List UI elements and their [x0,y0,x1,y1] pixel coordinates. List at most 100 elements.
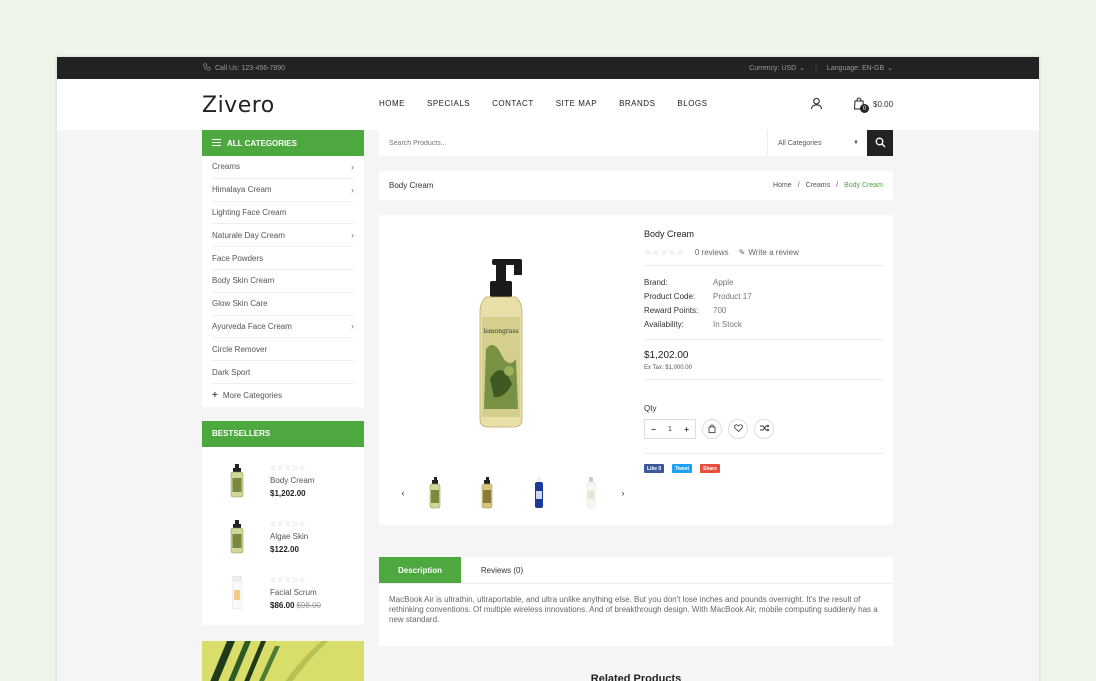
spec-key: Brand: [644,278,668,288]
top-bar: Call Us: 123-456-7890 Currency: USD ⌄ | L… [57,57,1039,79]
add-to-cart-button[interactable] [702,419,722,440]
price-value: $86.00 [270,600,295,610]
breadcrumb-separator: / [836,182,839,189]
product-info: Body Cream ☆☆☆☆☆ 0 reviews ✎ Write a rev… [644,229,884,474]
spec-value[interactable]: Apple [713,278,733,287]
description-text: MacBook Air is ultrathin, ultraportable,… [379,584,893,646]
nav-blogs[interactable]: BLOGS [677,99,707,108]
category-item[interactable]: Glow Skin Care [212,293,354,316]
chevron-right-icon: › [351,321,354,332]
spec-key: Reward Points: [644,305,699,315]
caret-down-icon: ▼ [853,140,859,146]
spec-row: Brand: Apple [644,276,884,290]
nav-home[interactable]: HOME [379,99,405,108]
tab-description[interactable]: Description [379,557,461,583]
spec-key: Availability: [644,319,684,329]
bestsellers-header: BESTSELLERS [202,420,364,447]
category-item[interactable]: Face Powders [212,247,354,270]
bestseller-item[interactable]: ☆☆☆☆☆ Body Cream $1,202.00 [212,453,354,509]
thumbnail[interactable] [461,477,513,509]
search-input[interactable] [379,130,767,156]
category-item[interactable]: Dark Sport [212,361,354,384]
minus-button[interactable]: − [651,425,656,434]
cart-icon: 0 [853,97,869,113]
category-item[interactable]: Naturale Day Cream › [212,224,354,248]
sidebar: ALL CATEGORIES Creams › Himalaya Cream › L… [202,130,364,681]
category-label: Ayurveda Face Cream [212,321,292,331]
category-label: Naturale Day Cream [212,230,285,240]
category-item[interactable]: Body Skin Cream [212,270,354,293]
more-categories-link[interactable]: + More Categories [212,384,354,407]
search-icon [875,137,886,150]
wishlist-button[interactable] [728,419,748,440]
bestseller-price: $1,202.00 [270,489,314,498]
breadcrumb-home[interactable]: Home [773,182,792,189]
currency-label: Currency: USD [749,64,797,72]
nav-contact[interactable]: CONTACT [492,99,534,108]
language-selector[interactable]: Language: EN-GB ⌄ [826,64,893,73]
category-label: Circle Remover [212,344,268,354]
call-us: Call Us: 123-456-7890 [203,63,285,73]
chevron-right-icon: › [351,230,354,241]
nav-brands[interactable]: BRANDS [619,99,655,108]
product-panel: lemongrass ‹ › Body Cream ☆☆☆☆☆ 0 review… [379,215,893,525]
carousel-prev-arrow[interactable]: ‹ [397,488,409,498]
category-item[interactable]: Ayurveda Face Cream › [212,316,354,339]
tweet-button[interactable]: Tweet [672,464,692,474]
compare-button[interactable] [754,419,774,440]
site-logo[interactable]: Zivero [202,93,275,118]
bestseller-name[interactable]: Facial Scrum [270,588,321,597]
currency-selector[interactable]: Currency: USD ⌄ [749,64,805,73]
category-item[interactable]: Circle Remover [212,338,354,362]
product-thumbnail[interactable] [212,463,262,498]
bestseller-name[interactable]: Body Cream [270,476,314,485]
language-label: Language: EN-GB [826,64,885,72]
rating-row: ☆☆☆☆☆ 0 reviews ✎ Write a review [644,248,884,266]
nav-specials[interactable]: SPECIALS [427,99,470,108]
cart-button[interactable]: 0 $0.00 [853,97,893,113]
thumbnail[interactable] [513,477,565,509]
product-main-image[interactable]: lemongrass [464,259,544,433]
search-button[interactable] [867,130,893,156]
heart-icon [733,424,743,434]
bestsellers-list: ☆☆☆☆☆ Body Cream $1,202.00 ☆☆☆☆☆ Algae S… [202,446,364,625]
category-select[interactable]: All Categories ▼ [767,130,867,156]
category-item[interactable]: Himalaya Cream › [212,179,354,202]
price-value: $1,202.00 [270,488,306,498]
breadcrumb-creams[interactable]: Creams [806,182,831,189]
tab-reviews[interactable]: Reviews (0) [461,557,543,583]
reviews-link[interactable]: 0 reviews [695,248,729,257]
product-thumbnail[interactable] [212,519,262,554]
bestseller-name[interactable]: Algae Skin [270,532,308,541]
write-review-link[interactable]: ✎ Write a review [739,248,799,257]
promo-banner[interactable] [202,640,364,681]
bestseller-price: $86.00 $98.00 [270,601,321,610]
quantity-input[interactable]: 1 [668,426,672,433]
phone-icon [203,63,211,73]
thumbnail[interactable] [565,477,617,509]
plus-button[interactable]: + [684,425,689,434]
all-categories-header[interactable]: ALL CATEGORIES [202,130,364,156]
spec-value: In Stock [713,319,742,329]
carousel-next-arrow[interactable]: › [617,488,629,498]
breadcrumb-separator: / [797,182,800,189]
price-box: $1,202.00 Ex Tax: $1,000.00 [644,340,884,381]
thumbnail-carousel: ‹ › [397,477,629,509]
category-item[interactable]: Lighting Face Cream [212,202,354,225]
breadcrumb-current[interactable]: Body Cream [844,182,883,189]
bestseller-item[interactable]: ☆☆☆☆☆ Facial Scrum $86.00 $98.00 [212,565,354,621]
facebook-like-button[interactable]: Like 0 [644,464,665,474]
bestseller-item[interactable]: ☆☆☆☆☆ Algae Skin $122.00 [212,509,354,565]
category-label: Lighting Face Cream [212,207,287,217]
plus-icon: + [212,389,218,401]
thumbnail[interactable] [409,477,461,509]
share-button[interactable]: Share [700,464,720,474]
more-categories-label: More Categories [222,390,282,400]
nav-site-map[interactable]: SITE MAP [556,99,597,108]
product-title: Body Cream [644,229,695,239]
user-icon[interactable] [810,97,823,112]
category-item[interactable]: Creams › [212,156,354,179]
related-products-title: Related Products [590,673,682,681]
product-tabs: Description Reviews (0) [379,557,893,583]
product-thumbnail[interactable] [212,575,262,610]
